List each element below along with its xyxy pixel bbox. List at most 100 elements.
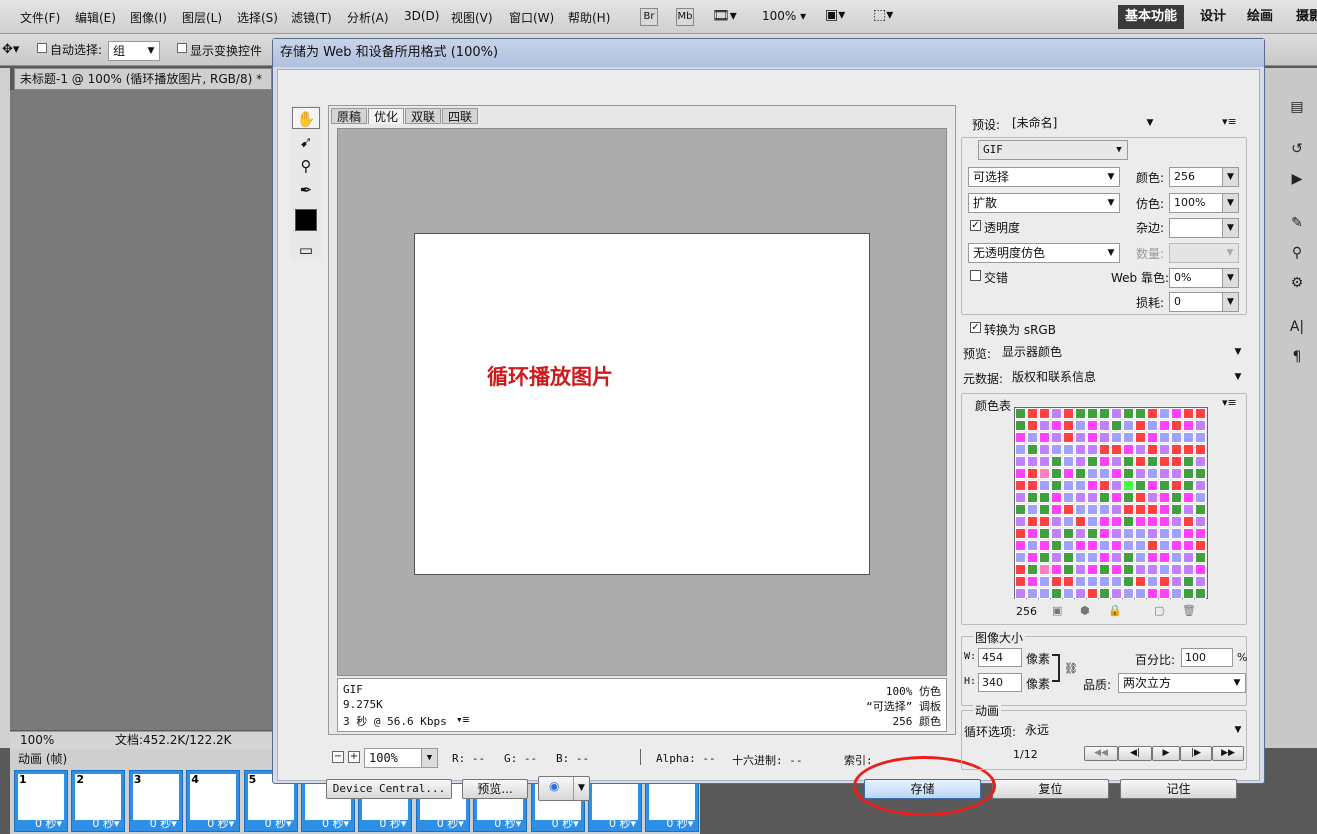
color-swatch[interactable] [1195, 504, 1206, 515]
color-swatch[interactable] [1135, 480, 1146, 491]
color-swatch[interactable] [1063, 504, 1074, 515]
color-swatch[interactable] [1147, 516, 1158, 527]
first-frame-button[interactable]: ◀◀ [1084, 746, 1118, 761]
brush-presets-icon[interactable]: ✎ [1283, 212, 1311, 234]
color-swatch[interactable] [1063, 432, 1074, 443]
toggle-slices-icon[interactable]: ▭ [292, 239, 320, 261]
menu-analysis[interactable]: 分析(A) [347, 9, 389, 26]
color-swatch[interactable] [1183, 552, 1194, 563]
color-swatch[interactable] [1183, 456, 1194, 467]
transparency-dither-dropdown[interactable]: 无透明度仿色 ▼ [968, 243, 1120, 263]
color-swatch[interactable] [1099, 420, 1110, 431]
color-swatch[interactable] [1063, 444, 1074, 455]
color-swatch[interactable] [1171, 564, 1182, 575]
show-transform-checkbox[interactable] [177, 43, 187, 53]
color-swatch[interactable] [1195, 444, 1206, 455]
loop-dropdown[interactable]: 永远 ▼ [1021, 721, 1246, 741]
color-swatch[interactable] [1183, 516, 1194, 527]
colors-dropdown[interactable]: 256 ▼ [1169, 167, 1239, 187]
color-swatch[interactable] [1123, 564, 1134, 575]
color-swatch[interactable] [1063, 540, 1074, 551]
color-swatch[interactable] [1135, 444, 1146, 455]
color-swatch[interactable] [1159, 540, 1170, 551]
color-swatch[interactable] [1159, 468, 1170, 479]
color-swatch[interactable] [1111, 492, 1122, 503]
screen-mode-icon[interactable]: ⬚▾ [873, 7, 893, 23]
color-swatch[interactable] [1111, 552, 1122, 563]
color-swatch[interactable] [1159, 480, 1170, 491]
color-swatch[interactable] [1051, 588, 1062, 599]
tool-presets-icon[interactable]: ⚙ [1283, 272, 1311, 294]
color-swatch[interactable] [1063, 564, 1074, 575]
color-swatch[interactable] [1183, 492, 1194, 503]
color-swatch[interactable] [1051, 576, 1062, 587]
delete-color-icon[interactable]: 🗑 [1182, 604, 1196, 617]
color-swatch[interactable] [1087, 576, 1098, 587]
color-swatch[interactable] [1135, 540, 1146, 551]
color-swatch[interactable] [1159, 432, 1170, 443]
workspace-painting[interactable]: 绘画 [1247, 5, 1273, 29]
color-swatch[interactable] [1027, 576, 1038, 587]
color-swatch[interactable] [1135, 492, 1146, 503]
color-swatch[interactable] [1039, 420, 1050, 431]
color-swatch[interactable] [1111, 588, 1122, 599]
color-swatch[interactable] [1063, 552, 1074, 563]
color-swatch[interactable] [1147, 528, 1158, 539]
color-swatch[interactable] [1051, 456, 1062, 467]
lossy-dropdown[interactable]: 0 ▼ [1169, 292, 1239, 312]
color-swatch[interactable] [1171, 540, 1182, 551]
mini-bridge-panel-icon[interactable]: ▤ [1283, 96, 1311, 118]
last-frame-button[interactable]: ▶▶ [1212, 746, 1244, 761]
color-swatch[interactable] [1195, 408, 1206, 419]
color-swatch[interactable] [1171, 504, 1182, 515]
menu-3d[interactable]: 3D(D) [404, 9, 439, 23]
transparency-checkbox[interactable]: ✓ [970, 220, 981, 231]
color-swatch[interactable] [1027, 420, 1038, 431]
lock-color-icon[interactable]: 🔒 [1108, 604, 1122, 617]
color-swatch[interactable] [1123, 432, 1134, 443]
color-swatch[interactable] [1063, 408, 1074, 419]
tab-2-up[interactable]: 双联 [405, 108, 442, 124]
tab-optimized[interactable]: 优化 [368, 108, 405, 124]
color-swatch[interactable] [1075, 444, 1086, 455]
preview-mode-dropdown[interactable]: 显示器颜色 ▼ [998, 343, 1246, 363]
color-swatch[interactable] [1123, 420, 1134, 431]
animation-frame[interactable]: 4 0 秒▾ [186, 770, 241, 832]
color-swatch[interactable] [1087, 468, 1098, 479]
color-swatch[interactable] [1183, 444, 1194, 455]
zoom-in-button[interactable]: + [348, 751, 360, 763]
color-swatch[interactable] [1147, 576, 1158, 587]
color-swatch[interactable] [1123, 468, 1134, 479]
frame-delay[interactable]: 0 秒▾ [92, 815, 119, 831]
color-swatch[interactable] [1015, 480, 1026, 491]
color-swatch[interactable] [1111, 444, 1122, 455]
actions-play-icon[interactable]: ▶ [1283, 168, 1311, 190]
color-swatch[interactable] [1123, 456, 1134, 467]
workspace-photography[interactable]: 摄影 [1296, 5, 1317, 29]
color-swatch[interactable] [1075, 480, 1086, 491]
color-swatch[interactable] [1195, 456, 1206, 467]
menu-layer[interactable]: 图层(L) [182, 9, 222, 26]
auto-select-checkbox[interactable] [37, 43, 47, 53]
color-swatch[interactable] [1159, 504, 1170, 515]
color-swatch[interactable] [1027, 480, 1038, 491]
tab-4-up[interactable]: 四联 [442, 108, 479, 124]
color-swatch[interactable] [1183, 420, 1194, 431]
color-swatch[interactable] [1123, 444, 1134, 455]
color-swatch[interactable] [1147, 456, 1158, 467]
color-swatch[interactable] [1171, 492, 1182, 503]
color-swatch[interactable] [1063, 588, 1074, 599]
optimize-menu-icon[interactable]: ▾≡ [1222, 115, 1237, 128]
frame-delay[interactable]: 0 秒▾ [552, 815, 579, 831]
color-swatch[interactable] [1159, 444, 1170, 455]
format-dropdown[interactable]: GIF ▼ [978, 140, 1128, 160]
animation-frame[interactable]: 2 0 秒▾ [71, 770, 126, 832]
color-swatch[interactable] [1051, 408, 1062, 419]
color-swatch[interactable] [1111, 564, 1122, 575]
menu-image[interactable]: 图像(I) [130, 9, 167, 26]
auto-select-dropdown[interactable]: 组 ▼ [108, 41, 160, 61]
color-swatch[interactable] [1147, 504, 1158, 515]
preset-dropdown[interactable]: [未命名] ▼ [1008, 114, 1158, 134]
color-swatch[interactable] [1183, 528, 1194, 539]
color-swatch[interactable] [1099, 552, 1110, 563]
